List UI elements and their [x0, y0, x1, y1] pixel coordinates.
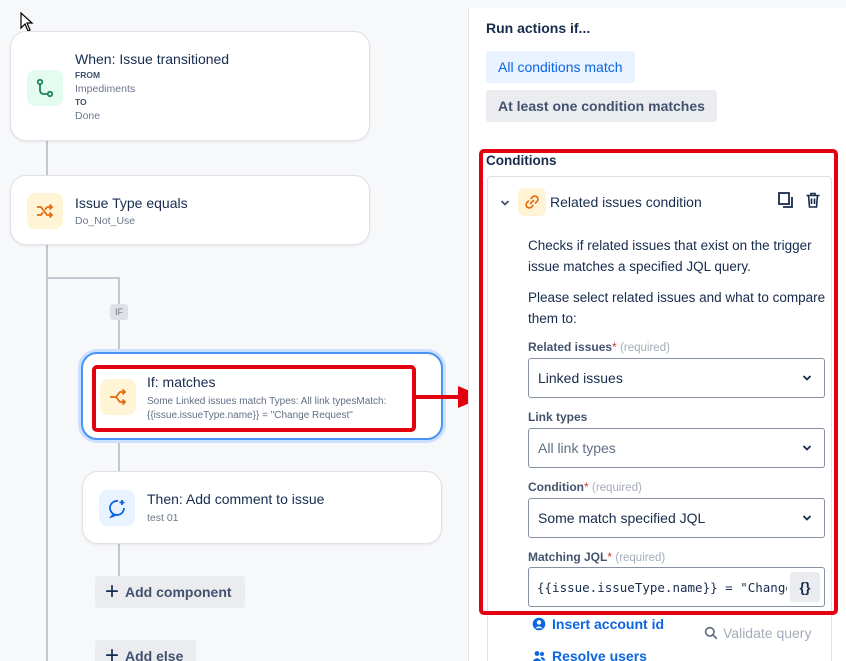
shuffle-icon	[27, 193, 63, 229]
link-types-select[interactable]: All link types	[528, 428, 825, 468]
plus-icon: +	[105, 642, 120, 661]
condition-select[interactable]: Some match specified JQL	[528, 498, 825, 538]
chevron-down-icon	[802, 445, 812, 451]
rule-canvas: When: Issue transitioned FROM Impediment…	[0, 0, 468, 661]
trigger-details: FROM Impediments TO Done	[75, 69, 135, 123]
condition-value: Some match specified JQL	[538, 510, 706, 526]
connector-line	[46, 244, 48, 661]
resolve-users-link[interactable]: Resolve users	[532, 648, 647, 661]
smart-values-button[interactable]: {}	[790, 572, 820, 602]
add-component-button[interactable]: + Add component	[95, 576, 245, 608]
branch-icon	[100, 379, 136, 415]
add-component-label: Add component	[125, 584, 232, 600]
then-action-card[interactable]: Then: Add comment to issue test 01	[82, 471, 442, 544]
then-card-value: test 01	[147, 512, 179, 524]
then-card-title: Then: Add comment to issue	[147, 491, 325, 507]
related-issues-select[interactable]: Linked issues	[528, 358, 825, 398]
plus-icon: +	[105, 578, 120, 605]
if-card-line2: {{issue.issueType.name}} = "Change Reque…	[147, 409, 353, 421]
from-value: Impediments	[75, 82, 136, 95]
run-actions-label: Run actions if...	[486, 20, 591, 36]
matching-jql-input[interactable]: {{issue.issueType.name}} = "Change Reque…	[528, 567, 825, 607]
rule-details-panel: Run actions if... All conditions match A…	[468, 8, 846, 661]
required-mark: *	[583, 480, 589, 494]
connector-line	[118, 320, 120, 354]
from-label: FROM	[75, 70, 101, 80]
condition-instruction: Please select related issues and what to…	[528, 290, 826, 326]
matching-jql-label-text: Matching JQL	[528, 550, 608, 564]
if-matches-card[interactable]: If: matches Some Linked issues match Typ…	[81, 352, 443, 440]
add-else-label: Add else	[125, 648, 184, 661]
required-text: (required)	[615, 552, 666, 564]
condition-item-title[interactable]: Related issues condition	[550, 194, 702, 210]
connector-line	[46, 140, 48, 176]
mouse-cursor-icon	[20, 12, 34, 32]
required-text: (required)	[620, 342, 670, 354]
chevron-down-icon[interactable]	[500, 197, 510, 211]
chevron-down-icon	[802, 375, 812, 381]
condition-description: Checks if related issues that exist on t…	[528, 238, 812, 274]
condition-field-label: Condition* (required)	[528, 480, 642, 494]
condition-value: Do_Not_Use	[75, 215, 136, 227]
if-card-line1: Some Linked issues match Types: All link…	[147, 396, 387, 407]
matching-jql-label: Matching JQL* (required)	[528, 550, 665, 564]
required-mark: *	[612, 340, 617, 354]
any-condition-option[interactable]: At least one condition matches	[486, 90, 717, 122]
trash-icon[interactable]	[804, 191, 822, 209]
if-card-summary: Some Linked issues match Types: All link…	[147, 395, 386, 422]
users-icon	[532, 651, 546, 661]
to-value: Done	[75, 109, 101, 122]
trigger-title: When: Issue transitioned	[75, 51, 230, 67]
jql-value: {{issue.issueType.name}} = "Change Reque…	[537, 580, 787, 595]
link-types-value: All link types	[538, 440, 616, 456]
validate-query-label: Validate query	[723, 625, 812, 641]
resolve-users-label: Resolve users	[552, 648, 647, 661]
trigger-card[interactable]: When: Issue transitioned FROM Impediment…	[10, 31, 370, 141]
connector-line	[118, 438, 120, 472]
validate-query-button[interactable]: Validate query	[704, 625, 811, 641]
connector-line	[118, 543, 120, 577]
conditions-heading: Conditions	[486, 153, 557, 168]
all-conditions-option[interactable]: All conditions match	[486, 51, 635, 83]
insert-account-id-link[interactable]: Insert account id	[532, 616, 664, 632]
related-issues-label: Related issues* (required)	[528, 340, 670, 354]
if-card-title: If: matches	[147, 374, 216, 390]
related-issues-value: Linked issues	[538, 370, 623, 386]
connector-line	[46, 277, 120, 279]
copy-icon[interactable]	[777, 191, 795, 209]
comment-add-icon	[99, 490, 135, 526]
connector-line	[118, 277, 120, 304]
link-icon	[518, 188, 546, 216]
to-label: TO	[75, 97, 87, 107]
link-types-label: Link types	[528, 410, 588, 424]
user-icon	[532, 617, 546, 631]
add-else-button[interactable]: + Add else	[95, 640, 196, 661]
chevron-down-icon	[802, 515, 812, 521]
condition-title: Issue Type equals	[75, 195, 188, 211]
condition-label-text: Condition	[528, 480, 584, 494]
if-branch-label: IF	[110, 304, 128, 320]
related-issues-condition: Related issues condition Checks if relat…	[487, 176, 832, 661]
required-mark: *	[607, 550, 613, 564]
transition-icon	[27, 70, 63, 106]
required-text: (required)	[592, 482, 642, 494]
issue-type-condition-card[interactable]: Issue Type equals Do_Not_Use	[10, 175, 370, 245]
related-issues-label-text: Related issues	[528, 340, 613, 354]
search-icon	[704, 626, 718, 640]
insert-account-id-label: Insert account id	[552, 616, 665, 632]
